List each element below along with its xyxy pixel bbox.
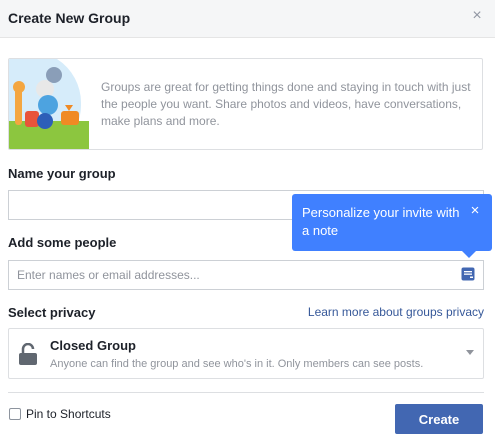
invite-note-tooltip: Personalize your invite with a note ×: [292, 194, 492, 251]
privacy-option-description: Anyone can find the group and see who's …: [50, 358, 424, 370]
add-people-input[interactable]: [8, 260, 484, 290]
select-privacy-label: Select privacy: [8, 305, 96, 320]
intro-description: Groups are great for getting things done…: [101, 80, 471, 128]
create-button[interactable]: Create: [395, 404, 483, 434]
chevron-down-icon: [466, 350, 474, 355]
note-icon[interactable]: [461, 267, 475, 281]
create-group-dialog: Create New Group × Groups are great for …: [0, 0, 495, 445]
pin-to-shortcuts-label[interactable]: Pin to Shortcuts: [26, 407, 111, 421]
tooltip-arrow: [462, 251, 476, 258]
dialog-title: Create New Group: [8, 10, 131, 26]
pin-to-shortcuts-checkbox[interactable]: [9, 408, 21, 420]
group-animals-illustration: [9, 59, 89, 149]
footer-divider: [8, 392, 484, 393]
tooltip-close-icon[interactable]: ×: [468, 203, 482, 218]
add-people-label: Add some people: [8, 235, 117, 250]
intro-banner: Groups are great for getting things done…: [8, 58, 483, 150]
lock-icon: [19, 343, 37, 365]
privacy-dropdown[interactable]: Closed Group Anyone can find the group a…: [8, 328, 484, 379]
privacy-option-name: Closed Group: [50, 338, 136, 353]
dialog-header: Create New Group ×: [0, 0, 495, 38]
tooltip-text: Personalize your invite with a note: [302, 205, 460, 238]
learn-more-privacy-link[interactable]: Learn more about groups privacy: [308, 305, 484, 319]
close-icon[interactable]: ×: [469, 8, 485, 24]
group-name-label: Name your group: [8, 166, 116, 181]
